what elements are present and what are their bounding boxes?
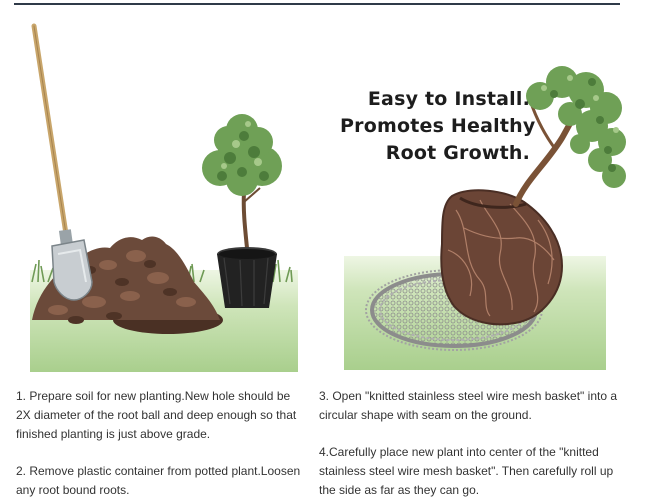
top-divider	[14, 3, 620, 5]
headline-line-1: Easy to Install.	[367, 88, 530, 110]
step-2-text: 2. Remove plastic container from potted …	[16, 464, 301, 497]
root-ball-icon	[440, 189, 564, 326]
step-1-text: 1. Prepare soil for new planting.New hol…	[16, 389, 297, 441]
step-3-text: 3. Open "knitted stainless steel wire me…	[319, 389, 618, 422]
step-4-text: 4.Carefully place new plant into center …	[319, 445, 614, 497]
headline: Easy to Install. Promotes Healthy Root G…	[340, 86, 536, 167]
headline-line-2: Promotes Healthy	[340, 115, 536, 137]
headline-line-3: Root Growth.	[385, 142, 530, 164]
planting-preparation-illustration	[30, 23, 298, 372]
shovel-icon	[31, 23, 93, 301]
